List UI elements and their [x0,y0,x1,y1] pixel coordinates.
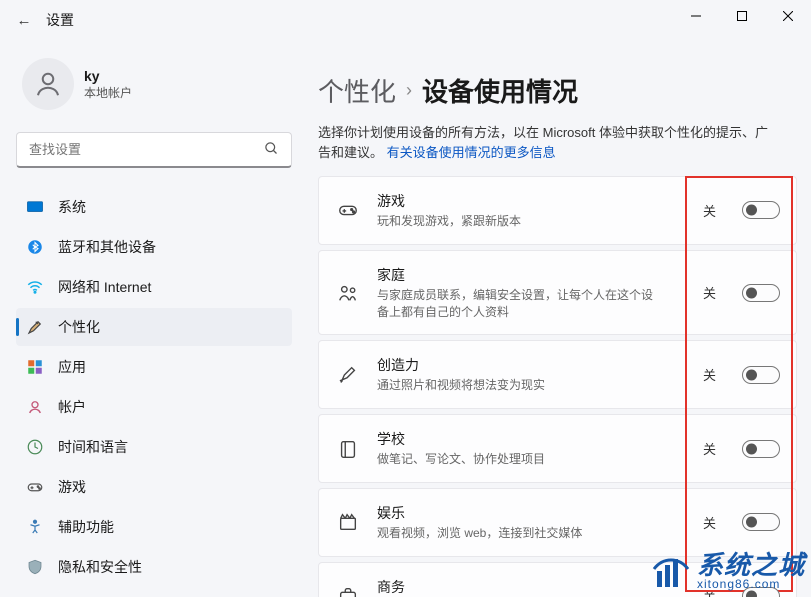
sidebar-item-label: 应用 [58,357,86,377]
card-subtitle: 与家庭成员联系，编辑安全设置，让每个人在这个设备上都有自己的个人资料 [377,287,657,321]
toggle-switch[interactable] [742,201,780,219]
breadcrumb-current: 设备使用情况 [422,72,578,109]
sidebar-item-time-language[interactable]: 时间和语言 [16,428,292,466]
profile-block[interactable]: ky 本地帐户 [16,40,292,132]
profile-username: ky [84,68,132,84]
sidebar-item-label: 网络和 Internet [58,277,151,297]
usage-cards: 游戏 玩和发现游戏，紧跟新版本 关 家庭 与家庭成员联系，编辑安全设置，让每个人… [318,176,797,597]
search-icon [264,141,279,159]
creativity-icon [335,362,361,388]
card-subtitle: 观看视频，浏览 web，连接到社交媒体 [377,525,657,542]
page-description: 选择你计划使用设备的所有方法，以在 Microsoft 体验中获取个性化的提示、… [318,123,768,162]
sidebar-item-accessibility[interactable]: 辅助功能 [16,508,292,546]
search-input[interactable] [29,142,264,157]
sidebar-item-accounts[interactable]: 帐户 [16,388,292,426]
toggle-switch[interactable] [742,513,780,531]
clock-globe-icon [26,438,44,456]
apps-icon [26,358,44,376]
sidebar-item-label: 辅助功能 [58,517,114,537]
breadcrumb-parent[interactable]: 个性化 [318,72,396,109]
notebook-icon [335,436,361,462]
main-panel: 个性化 › 设备使用情况 选择你计划使用设备的所有方法，以在 Microsoft… [300,40,811,597]
sidebar-item-label: 时间和语言 [58,437,128,457]
avatar [22,58,74,110]
learn-more-link[interactable]: 有关设备使用情况的更多信息 [387,145,556,160]
sidebar-item-apps[interactable]: 应用 [16,348,292,386]
usage-card-family[interactable]: 家庭 与家庭成员联系，编辑安全设置，让每个人在这个设备上都有自己的个人资料 关 [318,250,797,336]
sidebar-item-gaming[interactable]: 游戏 [16,468,292,506]
sidebar-item-label: 隐私和安全性 [58,557,142,577]
search-box[interactable] [16,132,292,168]
usage-card-business[interactable]: 商务 追踪开支、管理业务、与客户交谈 关 [318,562,797,597]
toggle-state-label: 关 [703,439,716,458]
card-title: 商务 [377,577,687,597]
accounts-icon [26,398,44,416]
card-subtitle: 做笔记、写论文、协作处理项目 [377,451,657,468]
toggle-switch[interactable] [742,587,780,597]
accessibility-icon [26,518,44,536]
breadcrumb: 个性化 › 设备使用情况 [318,72,797,109]
chevron-right-icon: › [406,80,412,101]
sidebar-item-label: 游戏 [58,477,86,497]
sidebar-item-network[interactable]: 网络和 Internet [16,268,292,306]
toggle-state-label: 关 [703,283,716,302]
toggle-state-label: 关 [703,587,716,597]
window-title: 设置 [46,10,74,30]
usage-card-gaming[interactable]: 游戏 玩和发现游戏，紧跟新版本 关 [318,176,797,245]
gamepad-icon [26,478,44,496]
family-icon [335,280,361,306]
briefcase-icon [335,583,361,597]
usage-card-creativity[interactable]: 创造力 通过照片和视频将想法变为现实 关 [318,340,797,409]
usage-card-entertainment[interactable]: 娱乐 观看视频，浏览 web，连接到社交媒体 关 [318,488,797,557]
sidebar-item-personalization[interactable]: 个性化 [16,308,292,346]
wifi-icon [26,278,44,296]
close-button[interactable] [765,0,811,32]
bluetooth-icon [26,238,44,256]
sidebar-item-privacy[interactable]: 隐私和安全性 [16,548,292,586]
card-title: 学校 [377,429,687,449]
toggle-state-label: 关 [703,365,716,384]
card-title: 创造力 [377,355,687,375]
toggle-switch[interactable] [742,366,780,384]
window-controls [673,0,811,32]
back-button[interactable]: ← [8,12,40,29]
card-title: 娱乐 [377,503,687,523]
shield-icon [26,558,44,576]
maximize-button[interactable] [719,0,765,32]
card-title: 家庭 [377,265,687,285]
sidebar: ky 本地帐户 系统 蓝牙和其他设备 网络和 Internet [0,40,300,597]
sidebar-item-label: 系统 [58,197,86,217]
sidebar-item-bluetooth[interactable]: 蓝牙和其他设备 [16,228,292,266]
sidebar-item-label: 帐户 [58,397,86,417]
minimize-button[interactable] [673,0,719,32]
nav-list: 系统 蓝牙和其他设备 网络和 Internet 个性化 应用 帐户 [16,188,292,586]
card-subtitle: 玩和发现游戏，紧跟新版本 [377,213,657,230]
sidebar-item-label: 个性化 [58,317,100,337]
system-icon [26,198,44,216]
toggle-switch[interactable] [742,284,780,302]
usage-card-school[interactable]: 学校 做笔记、写论文、协作处理项目 关 [318,414,797,483]
game-controller-icon [335,197,361,223]
profile-account-type: 本地帐户 [84,84,132,101]
sidebar-item-system[interactable]: 系统 [16,188,292,226]
toggle-state-label: 关 [703,201,716,220]
card-subtitle: 通过照片和视频将想法变为现实 [377,377,657,394]
toggle-state-label: 关 [703,513,716,532]
card-title: 游戏 [377,191,687,211]
clapperboard-icon [335,509,361,535]
paintbrush-icon [26,318,44,336]
toggle-switch[interactable] [742,440,780,458]
sidebar-item-label: 蓝牙和其他设备 [58,237,156,257]
